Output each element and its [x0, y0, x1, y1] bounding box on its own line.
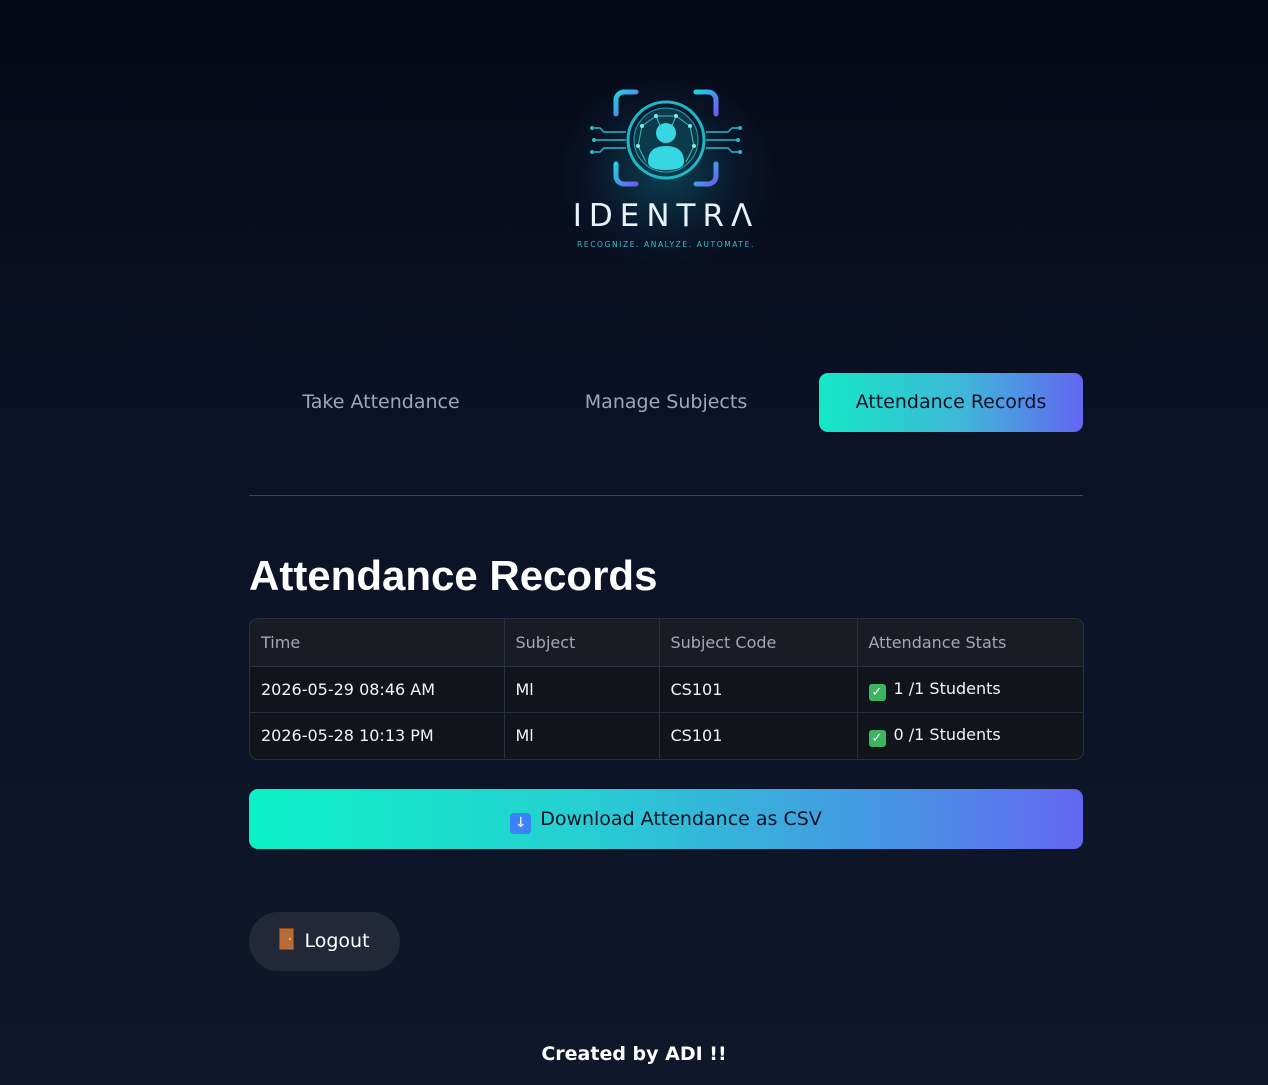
table-header-row: Time Subject Subject Code Attendance Sta…	[250, 619, 1083, 667]
table-row: 2026-05-28 10:13 PM Ml CS101 ✓ 0 /1 Stude…	[250, 712, 1083, 759]
logo-tagline: RECOGNIZE. ANALYZE. AUTOMATE.	[577, 240, 755, 249]
attendance-stats-text: 1 /1 Students	[893, 678, 1001, 698]
cell-subject: Ml	[504, 666, 660, 713]
check-mark-icon: ✓	[868, 683, 886, 701]
attendance-stats-text: 0 /1 Students	[893, 724, 1001, 744]
cell-time: 2026-05-28 10:13 PM	[250, 712, 505, 758]
down-arrow-icon: ↓	[510, 813, 532, 834]
check-mark-icon: ✓	[868, 729, 886, 747]
download-csv-label: Download Attendance as CSV	[540, 808, 822, 830]
cell-subject-code: CS101	[659, 712, 858, 758]
tab-manage-subjects[interactable]: Manage Subjects	[534, 373, 798, 432]
tab-attendance-records[interactable]: Attendance Records	[819, 373, 1083, 432]
column-header-attendance-stats[interactable]: Attendance Stats	[857, 619, 1083, 667]
face-scan-icon	[590, 89, 742, 187]
section-divider	[249, 495, 1083, 496]
column-header-subject[interactable]: Subject	[504, 619, 660, 667]
page-title: Attendance Records	[249, 552, 658, 599]
cell-time: 2026-05-29 08:46 AM	[250, 666, 505, 713]
cell-attendance-stats: ✓ 0 /1 Students	[857, 713, 1083, 759]
door-icon	[279, 928, 295, 950]
app-logo: IDENTRΛ RECOGNIZE. ANALYZE. AUTOMATE.	[534, 60, 798, 280]
logo-wordmark: IDENTRΛ	[572, 198, 760, 234]
attendance-table: Time Subject Subject Code Attendance Sta…	[249, 618, 1084, 760]
column-header-subject-code[interactable]: Subject Code	[659, 619, 858, 667]
footer-credit: Created by ADI !!	[541, 1043, 727, 1065]
tab-bar: Take Attendance Manage Subjects Attendan…	[249, 373, 1083, 432]
cell-subject-code: CS101	[659, 666, 858, 713]
logout-button[interactable]: Logout	[249, 912, 400, 971]
column-header-time[interactable]: Time	[250, 619, 505, 667]
download-csv-button[interactable]: ↓ Download Attendance as CSV	[249, 789, 1083, 849]
cell-attendance-stats: ✓ 1 /1 Students	[857, 666, 1083, 713]
cell-subject: Ml	[504, 712, 660, 758]
logout-label: Logout	[304, 930, 370, 952]
tab-take-attendance[interactable]: Take Attendance	[249, 373, 513, 432]
table-row: 2026-05-29 08:46 AM Ml CS101 ✓ 1 /1 Stude…	[250, 666, 1083, 713]
